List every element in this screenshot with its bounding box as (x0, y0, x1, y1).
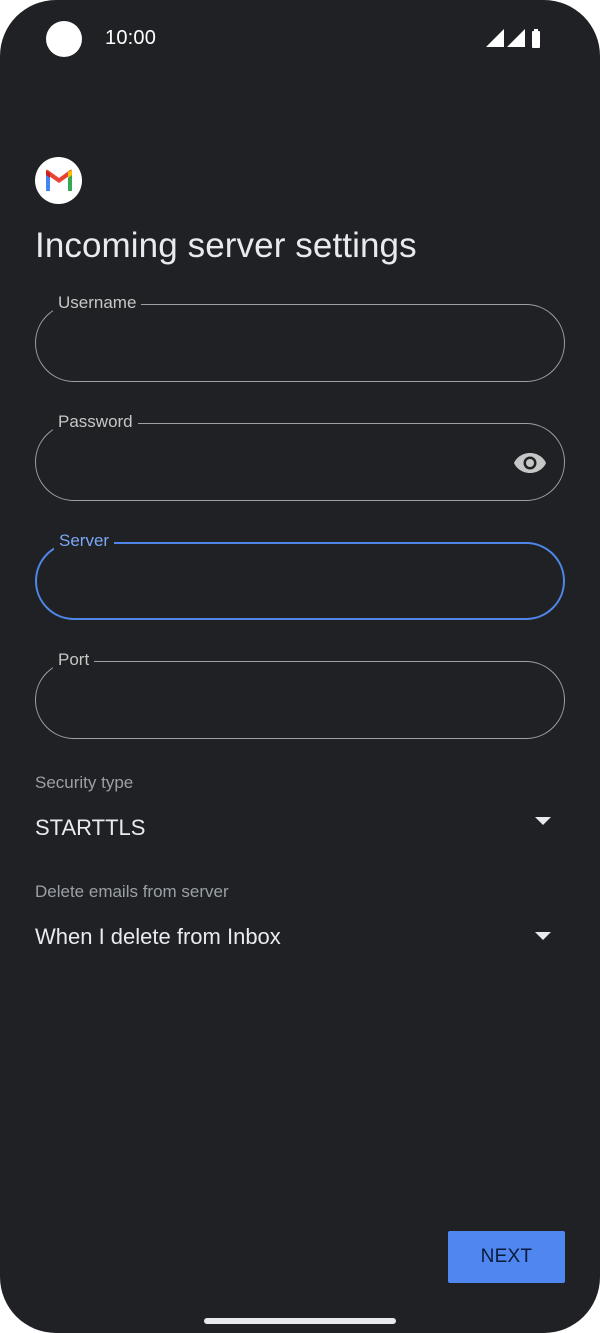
show-password-button[interactable] (510, 443, 550, 483)
password-field[interactable]: Password (35, 411, 565, 502)
port-field[interactable]: Port (35, 649, 565, 740)
status-bar: 10:00 (0, 0, 600, 80)
triangle-down-icon (535, 932, 551, 940)
username-field[interactable]: Username (35, 292, 565, 383)
home-indicator[interactable] (204, 1318, 396, 1324)
signal-icon (507, 29, 525, 47)
battery-icon (532, 29, 540, 48)
delete-emails-value: When I delete from Inbox (35, 924, 281, 949)
delete-emails-dropdown[interactable]: When I delete from Inbox (35, 912, 565, 956)
password-input[interactable] (60, 424, 494, 502)
eye-icon (514, 453, 546, 473)
page-title: Incoming server settings (35, 226, 417, 265)
security-type-dropdown[interactable]: STARTTLS (35, 803, 565, 847)
phone-screen: 10:00 Incoming server settings Username … (0, 0, 600, 1333)
username-input[interactable] (60, 305, 494, 383)
gmail-icon (35, 157, 82, 204)
server-input[interactable] (61, 544, 493, 620)
server-field[interactable]: Server (35, 530, 565, 620)
next-button[interactable]: NEXT (448, 1231, 565, 1283)
status-icons (486, 29, 540, 48)
security-type-label: Security type (35, 773, 134, 792)
port-input[interactable] (60, 662, 494, 740)
status-time: 10:00 (105, 27, 157, 49)
security-type-value: STARTTLS (35, 815, 146, 840)
triangle-down-icon (535, 817, 551, 825)
front-camera (46, 21, 82, 57)
delete-emails-label: Delete emails from server (35, 882, 229, 901)
wifi-icon (486, 29, 504, 47)
